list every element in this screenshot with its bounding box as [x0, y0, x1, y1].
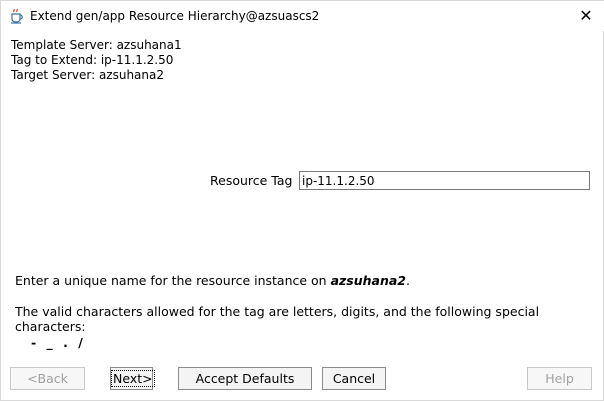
- help-button-label: Help: [545, 371, 574, 386]
- accept-defaults-label: Accept Defaults: [195, 371, 295, 386]
- back-button[interactable]: <Back: [10, 367, 85, 390]
- unique-message-prefix: Enter a unique name for the resource ins…: [15, 273, 331, 288]
- cancel-button[interactable]: Cancel: [322, 367, 386, 390]
- server-info: Template Server: azsuhana1 Tag to Extend…: [11, 38, 182, 83]
- resource-tag-input[interactable]: [299, 171, 590, 190]
- window-title: Extend gen/app Resource Hierarchy@azsuas…: [30, 9, 320, 23]
- title-bar: Extend gen/app Resource Hierarchy@azsuas…: [1, 1, 604, 31]
- target-server-name: azsuhana2: [330, 273, 406, 288]
- back-button-label: <Back: [27, 371, 68, 386]
- valid-characters-message: The valid characters allowed for the tag…: [15, 304, 540, 334]
- next-button[interactable]: Next>: [110, 367, 155, 390]
- special-characters: - _ . /: [31, 335, 86, 350]
- unique-name-message: Enter a unique name for the resource ins…: [15, 273, 410, 288]
- template-server-text: Template Server: azsuhana1: [11, 38, 182, 52]
- target-server-text: Target Server: azsuhana2: [11, 68, 164, 82]
- close-icon[interactable]: ✕: [567, 3, 604, 29]
- dialog-window: Extend gen/app Resource Hierarchy@azsuas…: [0, 0, 604, 401]
- help-button[interactable]: Help: [527, 367, 592, 390]
- accept-defaults-button[interactable]: Accept Defaults: [178, 367, 312, 390]
- tag-to-extend-text: Tag to Extend: ip-11.1.2.50: [11, 53, 174, 67]
- unique-message-suffix: .: [406, 273, 410, 288]
- java-cup-icon: [9, 8, 25, 24]
- cancel-button-label: Cancel: [332, 371, 376, 386]
- resource-tag-label: Resource Tag: [210, 173, 293, 188]
- next-button-label: Next>: [111, 370, 155, 387]
